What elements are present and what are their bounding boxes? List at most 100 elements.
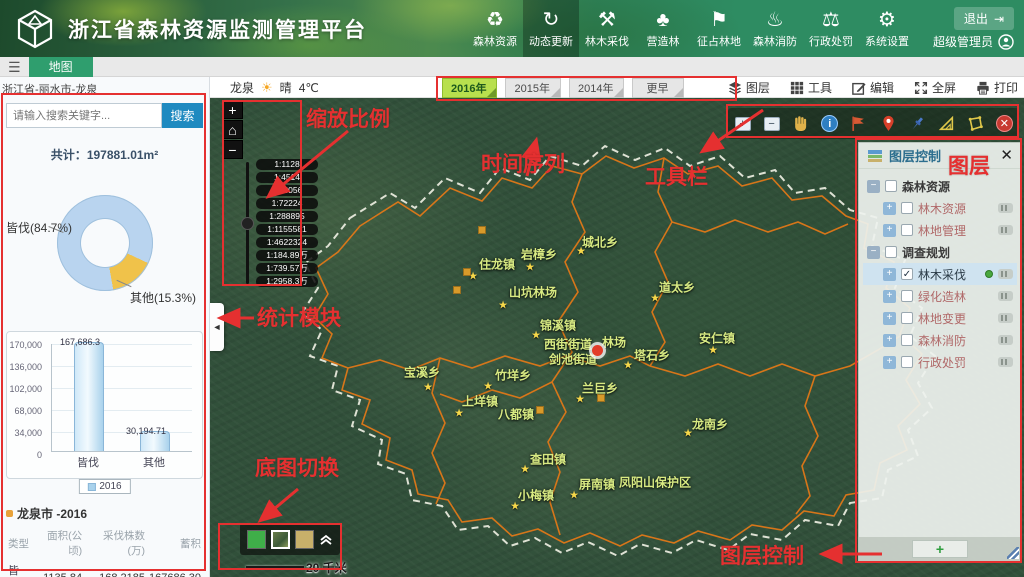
- chevron-up-icon[interactable]: [319, 532, 333, 546]
- layer-item-greening[interactable]: + 绿化造林: [863, 285, 1017, 307]
- layer-visibility-toggle-icon[interactable]: [998, 335, 1013, 345]
- layer-checkbox-checked[interactable]: ✓: [901, 268, 913, 280]
- layer-visibility-toggle-icon[interactable]: [998, 225, 1013, 235]
- scale-option[interactable]: 1:184.89万: [256, 250, 318, 261]
- panel-resize-handle[interactable]: [1007, 547, 1019, 559]
- town-label[interactable]: 山坑林场: [509, 284, 557, 301]
- zoom-slider-track[interactable]: [241, 162, 254, 284]
- scale-option[interactable]: 1:739.57万: [256, 263, 318, 274]
- town-label[interactable]: 宝溪乡: [404, 364, 440, 381]
- scale-option[interactable]: 1:72224: [256, 198, 318, 209]
- menu-fullscreen[interactable]: 全屏: [914, 79, 956, 96]
- bar-legend[interactable]: 2016: [78, 479, 131, 494]
- zoom-slider-handle[interactable]: [241, 217, 254, 230]
- layer-visibility-toggle-icon[interactable]: [998, 313, 1013, 323]
- logout-button[interactable]: 退出 ⇥: [953, 7, 1014, 30]
- zoom-out-button[interactable]: −: [222, 140, 243, 159]
- layer-checkbox[interactable]: [901, 334, 913, 346]
- layer-item-timber-resource[interactable]: + 林木资源: [863, 197, 1017, 219]
- collapse-icon[interactable]: −: [867, 245, 880, 259]
- town-label[interactable]: 塔石乡: [634, 347, 670, 364]
- pan-hand-tool[interactable]: [790, 113, 812, 135]
- layer-item-forestland-mgmt[interactable]: + 林地管理: [863, 219, 1017, 241]
- home-button[interactable]: ⌂: [222, 120, 243, 139]
- menu-layers[interactable]: 图层: [728, 79, 770, 96]
- menu-tools[interactable]: 工具: [790, 79, 832, 96]
- scale-option[interactable]: 1:4622324: [256, 237, 318, 248]
- expand-icon[interactable]: +: [883, 201, 896, 215]
- draw-polygon-tool[interactable]: [964, 113, 986, 135]
- scale-option[interactable]: 1:1128: [256, 159, 318, 170]
- layer-checkbox[interactable]: [885, 180, 897, 192]
- nav-item-logging[interactable]: ⚒ 林木采伐: [579, 0, 635, 57]
- layer-visibility-toggle-icon[interactable]: [998, 269, 1013, 279]
- zoom-out-box-tool[interactable]: −: [761, 113, 783, 135]
- identify-info-tool[interactable]: i: [819, 113, 841, 135]
- town-label[interactable]: 上垟镇: [462, 393, 498, 410]
- basemap-vector-thumb[interactable]: [246, 529, 266, 549]
- scale-option[interactable]: 1:288895: [256, 211, 318, 222]
- town-label[interactable]: 查田镇: [530, 451, 566, 468]
- scale-option[interactable]: 1:18056: [256, 185, 318, 196]
- layer-checkbox[interactable]: [885, 246, 897, 258]
- table-row[interactable]: 皆伐 1135.84 168.2185 167686.30: [6, 560, 203, 577]
- sidebar-collapse-handle[interactable]: ◄: [210, 303, 224, 351]
- tab-map[interactable]: 地图: [28, 56, 93, 77]
- layer-group-forest-resources[interactable]: − 森林资源: [863, 175, 1017, 197]
- town-label[interactable]: 道太乡: [659, 279, 695, 296]
- expand-icon[interactable]: +: [883, 289, 896, 303]
- town-label[interactable]: 八都镇: [498, 406, 534, 423]
- menu-print[interactable]: 打印: [976, 79, 1018, 96]
- town-label[interactable]: 龙南乡: [692, 416, 728, 433]
- layer-checkbox[interactable]: [901, 224, 913, 236]
- expand-icon[interactable]: +: [883, 355, 896, 369]
- nav-item-dynamic-update[interactable]: ↻ 动态更新: [522, 0, 579, 57]
- town-label[interactable]: 林场: [602, 334, 626, 351]
- layer-panel-close-icon[interactable]: ✕: [1000, 148, 1013, 163]
- layer-checkbox[interactable]: [901, 356, 913, 368]
- layer-item-land-change[interactable]: + 林地变更: [863, 307, 1017, 329]
- zoom-in-box-tool[interactable]: +: [732, 113, 754, 135]
- nav-item-forest-resource[interactable]: ♻ 森林资源: [467, 0, 523, 57]
- flag-marker-tool[interactable]: [848, 113, 870, 135]
- menu-edit[interactable]: 编辑: [852, 79, 894, 96]
- expand-icon[interactable]: +: [883, 311, 896, 325]
- nav-item-afforestation[interactable]: ♣ 营造林: [635, 0, 691, 57]
- zoom-in-button[interactable]: +: [222, 100, 243, 119]
- town-label[interactable]: 屏南镇: [579, 476, 615, 493]
- close-toolbar-button[interactable]: ✕: [993, 113, 1015, 135]
- nav-item-forest-fire[interactable]: ♨ 森林消防: [747, 0, 803, 57]
- layer-item-fire-control[interactable]: + 森林消防: [863, 329, 1017, 351]
- layer-checkbox[interactable]: [901, 290, 913, 302]
- hamburger-menu-icon[interactable]: ☰: [8, 58, 21, 76]
- town-label[interactable]: 住龙镇: [479, 256, 515, 273]
- collapse-icon[interactable]: −: [867, 179, 880, 193]
- user-row[interactable]: 超级管理员: [933, 33, 1014, 50]
- layer-checkbox[interactable]: [901, 202, 913, 214]
- basemap-terrain-thumb[interactable]: [295, 529, 315, 549]
- town-label[interactable]: 锦溪镇: [540, 317, 576, 334]
- nav-item-admin-penalty[interactable]: ⚖ 行政处罚: [803, 0, 859, 57]
- scale-option[interactable]: 1:2958.3万: [256, 276, 318, 287]
- expand-icon[interactable]: +: [883, 333, 896, 347]
- layer-group-survey-planning[interactable]: − 调查规划: [863, 241, 1017, 263]
- layer-visibility-toggle-icon[interactable]: [998, 291, 1013, 301]
- basemap-satellite-thumb[interactable]: [270, 529, 290, 549]
- town-label[interactable]: 凤阳山保护区: [619, 474, 691, 491]
- time-button-2014[interactable]: 2014年: [568, 78, 625, 98]
- location-pin-tool[interactable]: [877, 113, 899, 135]
- town-label[interactable]: 小梅镇: [518, 487, 554, 504]
- time-button-2016[interactable]: 2016年: [442, 78, 498, 98]
- nav-item-system-settings[interactable]: ⚙ 系统设置: [859, 0, 915, 57]
- map-canvas[interactable]: + ⌂ − 1:1128 1:4514 1:18056 1:72224 1:28…: [210, 98, 1024, 577]
- search-input[interactable]: [6, 103, 162, 128]
- expand-icon[interactable]: +: [883, 223, 896, 237]
- layer-item-timber-harvest[interactable]: + ✓ 林木采伐: [863, 263, 1017, 285]
- scale-option[interactable]: 1:4514: [256, 172, 318, 183]
- layer-item-admin-penalty[interactable]: + 行政处罚: [863, 351, 1017, 373]
- town-label[interactable]: 剑池街道: [549, 351, 597, 368]
- layer-visibility-toggle-icon[interactable]: [998, 357, 1013, 367]
- search-button[interactable]: 搜索: [162, 103, 203, 128]
- layer-visibility-toggle-icon[interactable]: [998, 203, 1013, 213]
- layer-checkbox[interactable]: [901, 312, 913, 324]
